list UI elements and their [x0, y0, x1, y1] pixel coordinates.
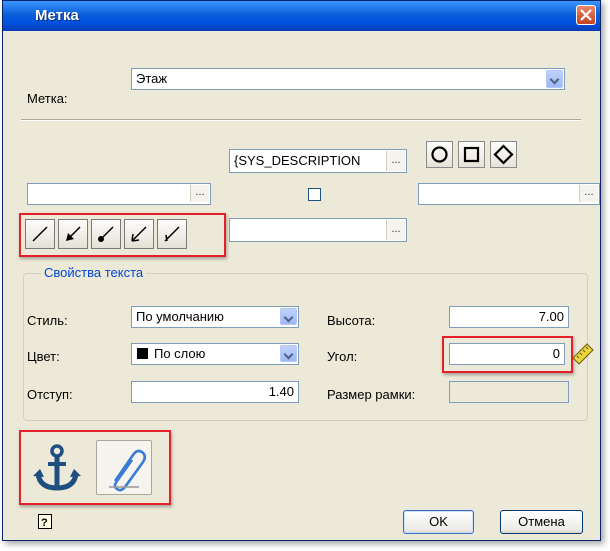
- description-field[interactable]: {SYS_DESCRIPTION ...: [229, 149, 407, 173]
- leader-tick-button[interactable]: [157, 219, 187, 249]
- right-browse-button[interactable]: ...: [579, 185, 598, 202]
- svg-text:?: ?: [41, 517, 48, 528]
- left-text-field[interactable]: ...: [27, 183, 211, 205]
- left-browse-button[interactable]: ...: [190, 185, 209, 202]
- leader-arrow-button[interactable]: [58, 219, 88, 249]
- chevron-down-icon[interactable]: [280, 345, 297, 362]
- checkbox[interactable]: [308, 188, 321, 201]
- angle-label: Угол:: [327, 349, 358, 364]
- style-label: Стиль:: [27, 313, 68, 328]
- frame-size-label: Размер рамки:: [327, 387, 416, 402]
- arrow-icon: [66, 226, 81, 241]
- ruler-icon: [572, 343, 594, 365]
- separator: [21, 119, 581, 121]
- anchor-button[interactable]: [29, 440, 85, 495]
- color-label: Цвет:: [27, 349, 60, 364]
- anchor-icon: [33, 444, 81, 491]
- frame-size-field[interactable]: [449, 381, 569, 403]
- description-browse-button[interactable]: ...: [386, 151, 405, 171]
- middle-browse-button[interactable]: ...: [386, 220, 405, 240]
- chevron-down-icon[interactable]: [280, 308, 297, 325]
- right-text-field[interactable]: ...: [418, 183, 600, 205]
- paperclip-icon: [109, 449, 147, 492]
- offset-field-value: 1.40: [268, 384, 294, 399]
- close-icon: [580, 9, 592, 21]
- height-field-value: 7.00: [538, 309, 564, 324]
- tick-leader-icon: [164, 226, 180, 242]
- color-select[interactable]: По слою: [131, 343, 299, 365]
- color-select-value: По слою: [154, 346, 206, 361]
- title-bar[interactable]: Метка: [3, 1, 600, 31]
- open-arrow-icon: [131, 226, 147, 242]
- help-button[interactable]: ?: [38, 514, 52, 529]
- leader-dot-button[interactable]: [91, 219, 121, 249]
- style-select-value: По умолчанию: [136, 309, 224, 324]
- leader-line-button[interactable]: [25, 219, 55, 249]
- angle-field-value: 0: [552, 346, 560, 361]
- line-icon: [32, 226, 48, 242]
- angle-field[interactable]: 0: [449, 343, 565, 365]
- close-button[interactable]: [576, 5, 596, 25]
- height-field[interactable]: 7.00: [449, 306, 569, 328]
- color-swatch: [137, 348, 148, 359]
- leader-open-arrow-button[interactable]: [124, 219, 154, 249]
- square-shape-button[interactable]: [458, 141, 485, 168]
- offset-label: Отступ:: [27, 387, 73, 402]
- cancel-button[interactable]: Отмена: [500, 510, 583, 534]
- label-select-value: Этаж: [136, 71, 168, 86]
- circle-shape-button[interactable]: [426, 141, 453, 168]
- attach-button[interactable]: [96, 440, 152, 495]
- window-title: Метка: [35, 7, 79, 24]
- dot-leader-icon: [98, 226, 114, 242]
- height-label: Высота:: [327, 313, 376, 328]
- label-caption: Метка:: [27, 91, 68, 106]
- circle-icon: [431, 146, 448, 163]
- description-field-value: {SYS_DESCRIPTION: [234, 153, 361, 168]
- chevron-down-icon[interactable]: [546, 70, 563, 88]
- middle-text-field[interactable]: ...: [229, 218, 407, 242]
- text-properties-title: Свойства текста: [41, 265, 147, 280]
- ok-button[interactable]: OK: [403, 510, 474, 534]
- square-icon: [463, 146, 480, 163]
- offset-field[interactable]: 1.40: [131, 381, 299, 403]
- dialog-window: Метка Метка: Этаж {SYS_DESCRIPTION ... .…: [2, 0, 601, 541]
- diamond-shape-button[interactable]: [490, 141, 517, 168]
- style-select[interactable]: По умолчанию: [131, 306, 299, 328]
- diamond-icon: [493, 144, 514, 165]
- pick-angle-button[interactable]: [571, 341, 595, 365]
- question-icon: ?: [41, 517, 48, 529]
- label-select[interactable]: Этаж: [131, 68, 565, 90]
